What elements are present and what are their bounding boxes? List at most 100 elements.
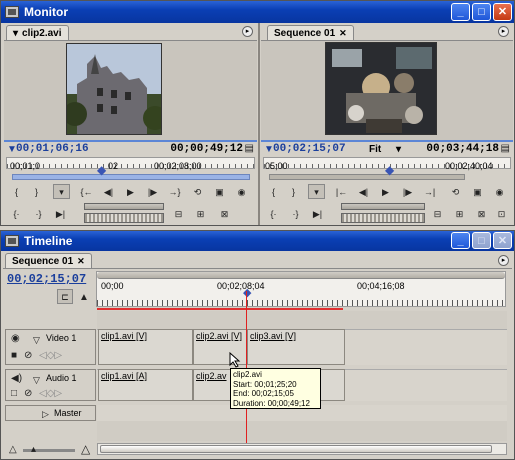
- audio-clip-1[interactable]: clip1.avi [A]: [98, 369, 193, 401]
- goto-out-icon[interactable]: →}: [166, 184, 183, 199]
- source-ruler-mark: 02: [108, 161, 119, 171]
- timeline-panel-menu-icon[interactable]: ▸: [498, 255, 509, 266]
- audio-collapse-triangle-icon[interactable]: ▽: [33, 375, 40, 385]
- set-marker-icon[interactable]: ▾: [53, 184, 70, 199]
- output-icon[interactable]: ◉: [233, 184, 250, 199]
- timeline-playhead-icon[interactable]: ◆: [243, 288, 251, 299]
- timeline-window: Timeline _ □ ✕ Sequence 01 ✕ ▸ 00;02;15;0…: [0, 230, 515, 460]
- dropdown-icon[interactable]: ▾: [13, 27, 18, 40]
- program-goto-next-marker-icon[interactable]: ·}: [287, 206, 304, 221]
- goto-prev-marker-icon[interactable]: {·: [8, 206, 25, 221]
- lock-icon[interactable]: ⊘: [24, 351, 32, 361]
- speaker-icon[interactable]: ◀): [11, 374, 22, 384]
- program-playhead-icon[interactable]: ◆: [385, 164, 394, 176]
- toggle-take-audio-video-icon[interactable]: ⊠: [216, 206, 233, 221]
- program-zoom-select[interactable]: Fit ▾: [369, 144, 401, 155]
- overlay-icon[interactable]: ⊞: [192, 206, 209, 221]
- timeline-current-timecode[interactable]: 00;02;15;07: [7, 272, 86, 286]
- master-expand-icon[interactable]: ▷: [42, 409, 49, 419]
- scrollbar-thumb[interactable]: [100, 445, 492, 453]
- extract-icon[interactable]: ⊞: [451, 206, 468, 221]
- timeline-minimize-icon[interactable]: _: [451, 232, 470, 249]
- program-play-icon[interactable]: ▶: [377, 184, 394, 199]
- timeline-scrollbar[interactable]: [97, 443, 507, 455]
- monitor-app-icon: [5, 6, 19, 18]
- audio-lock-icon[interactable]: ⊘: [24, 389, 32, 399]
- play-icon[interactable]: ▶: [122, 184, 139, 199]
- lift-icon[interactable]: ⊟: [429, 206, 446, 221]
- program-current-timecode[interactable]: 00;02;15;07: [273, 143, 346, 155]
- zoom-in-icon[interactable]: △: [81, 443, 90, 455]
- program-output-icon[interactable]: ◉: [491, 184, 508, 199]
- minimize-icon[interactable]: _: [451, 3, 470, 21]
- collapse-triangle-icon[interactable]: ▽: [33, 335, 40, 345]
- source-playhead-icon[interactable]: ◆: [97, 164, 106, 176]
- timeline-ruler[interactable]: 00;00 00;02;08;04 00;04;16;08 ◆: [96, 271, 506, 307]
- timeline-ruler-mid: 00;02;08;04: [217, 281, 265, 291]
- keyframe-nav-icon[interactable]: ◁◇▷: [39, 351, 62, 361]
- program-shuttle[interactable]: [341, 203, 425, 210]
- tab-source-clip[interactable]: ▾ clip2.avi: [6, 25, 69, 40]
- trim-icon[interactable]: ⊠: [473, 206, 490, 221]
- program-step-back-icon[interactable]: ◀|: [355, 184, 372, 199]
- timeline-ruler-start: 00;00: [101, 281, 124, 291]
- video-track-header[interactable]: ◉ ▽ Video 1 ■ ⊘ ◁◇▷: [5, 329, 96, 365]
- program-play-in-to-out-icon[interactable]: ▶|: [309, 206, 326, 221]
- goto-next-edit-icon[interactable]: →|: [421, 184, 438, 199]
- program-loop-icon[interactable]: ⟲: [447, 184, 464, 199]
- set-encore-marker-icon[interactable]: ▲: [79, 293, 89, 303]
- program-video-frame: [325, 42, 437, 135]
- mark-in-icon[interactable]: {: [8, 184, 25, 199]
- video-clip-3[interactable]: clip3.avi [V]: [247, 329, 345, 365]
- audio-keyframe-nav-icon[interactable]: ◁◇▷: [39, 389, 62, 399]
- monitor-titlebar[interactable]: Monitor _ □ ✕: [1, 1, 514, 23]
- program-goto-prev-marker-icon[interactable]: {·: [265, 206, 282, 221]
- timeline-titlebar[interactable]: Timeline _ □ ✕: [1, 231, 514, 251]
- zoom-slider-thumb-icon[interactable]: ▴: [31, 445, 36, 455]
- program-panel-menu-icon[interactable]: ▸: [498, 26, 509, 37]
- close-tab-icon[interactable]: ✕: [339, 27, 347, 40]
- panel-menu-icon[interactable]: ▸: [242, 26, 253, 37]
- display-style-icon[interactable]: ■: [11, 351, 17, 361]
- source-time-ruler[interactable]: [6, 157, 255, 169]
- step-forward-icon[interactable]: |▶: [144, 184, 161, 199]
- goto-prev-edit-icon[interactable]: |←: [333, 184, 350, 199]
- tab-timeline-sequence[interactable]: Sequence 01 ✕: [5, 253, 92, 268]
- loop-icon[interactable]: ⟲: [189, 184, 206, 199]
- audio-display-style-icon[interactable]: □: [11, 389, 17, 399]
- zoom-out-icon[interactable]: △: [9, 445, 17, 455]
- program-mark-out-icon[interactable]: }: [285, 184, 302, 199]
- zoom-dropdown-icon[interactable]: ▾: [396, 144, 401, 155]
- maximize-icon[interactable]: □: [472, 3, 491, 21]
- close-icon[interactable]: ✕: [493, 3, 512, 21]
- source-video-frame: [66, 43, 162, 135]
- timeline-close-icon[interactable]: ✕: [493, 232, 512, 249]
- mark-out-icon[interactable]: }: [28, 184, 45, 199]
- snap-icon[interactable]: ⊏: [57, 289, 73, 304]
- step-back-icon[interactable]: ◀|: [100, 184, 117, 199]
- program-safe-margins-icon[interactable]: ▣: [469, 184, 486, 199]
- insert-icon[interactable]: ⊟: [170, 206, 187, 221]
- timeline-close-tab-icon[interactable]: ✕: [77, 255, 85, 268]
- source-shuttle[interactable]: [84, 203, 164, 210]
- audio-track-header[interactable]: ◀) ▽ Audio 1 □ ⊘ ◁◇▷: [5, 369, 96, 401]
- eye-icon[interactable]: ◉: [11, 334, 20, 344]
- play-in-to-out-icon[interactable]: ▶|: [52, 206, 69, 221]
- program-jog-wheel[interactable]: [341, 213, 425, 223]
- goto-in-icon[interactable]: {←: [78, 184, 95, 199]
- master-track-header[interactable]: ▷ Master: [5, 405, 96, 421]
- timeline-maximize-icon[interactable]: □: [472, 232, 491, 249]
- program-step-forward-icon[interactable]: |▶: [399, 184, 416, 199]
- safe-margins-icon[interactable]: ▣: [211, 184, 228, 199]
- export-frame-icon[interactable]: ⊡: [493, 206, 510, 221]
- work-area-bar[interactable]: [97, 308, 343, 310]
- video-clip-1[interactable]: clip1.avi [V]: [98, 329, 193, 365]
- goto-next-marker-icon[interactable]: ·}: [30, 206, 47, 221]
- tab-program-sequence[interactable]: Sequence 01 ✕: [267, 25, 354, 40]
- source-current-timecode[interactable]: 00;01;06;16: [16, 143, 89, 155]
- duration-icon: ▤: [244, 143, 254, 154]
- program-mark-in-icon[interactable]: {: [265, 184, 282, 199]
- source-jog-wheel[interactable]: [84, 213, 164, 223]
- timeline-playhead-line[interactable]: [246, 291, 247, 443]
- program-set-marker-icon[interactable]: ▾: [308, 184, 325, 199]
